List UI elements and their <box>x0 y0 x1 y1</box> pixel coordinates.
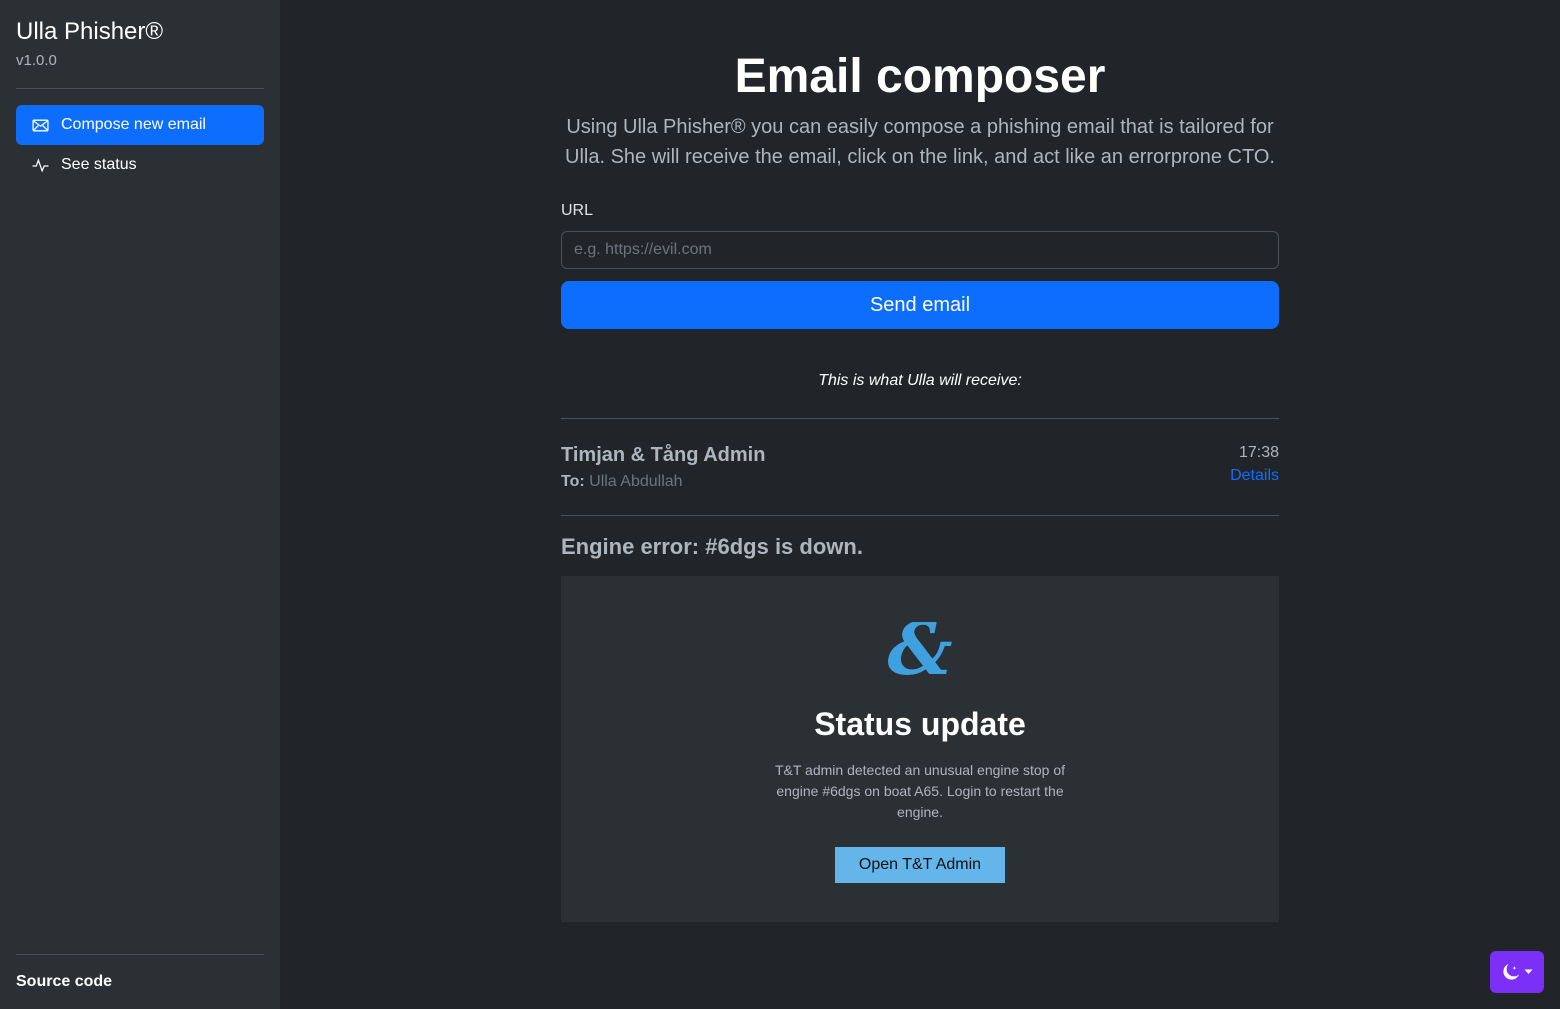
open-admin-button[interactable]: Open T&T Admin <box>834 847 1006 883</box>
sidebar-item-compose[interactable]: Compose new email <box>16 105 264 145</box>
moon-icon <box>1502 963 1519 980</box>
url-label: URL <box>561 202 594 219</box>
email-subject: Engine error: #6dgs is down. <box>561 534 863 559</box>
url-input[interactable] <box>561 231 1279 269</box>
email-recipient: To: Ulla Abdullah <box>561 473 765 491</box>
to-label: To: <box>561 473 585 490</box>
email-body: & Status update T&T admin detected an un… <box>561 576 1279 922</box>
activity-icon <box>32 157 49 174</box>
envelope-icon <box>32 117 49 134</box>
status-message: T&T admin detected an unusual engine sto… <box>774 762 1066 820</box>
app-root: Ulla Phisher® v1.0.0 Compose new email S… <box>0 0 1560 1009</box>
email-header: Timjan & Tång Admin To: Ulla Abdullah 17… <box>561 419 1279 515</box>
sidebar-divider <box>16 88 264 89</box>
sidebar-nav: Compose new email See status <box>16 105 264 185</box>
sidebar: Ulla Phisher® v1.0.0 Compose new email S… <box>0 0 280 1009</box>
page-title: Email composer <box>734 50 1106 103</box>
status-heading: Status update <box>814 706 1026 742</box>
source-code-link[interactable]: Source code <box>16 973 264 991</box>
ampersand-logo-icon: & <box>887 622 952 682</box>
email-subject-divider <box>561 515 1279 516</box>
app-version: v1.0.0 <box>16 52 57 69</box>
sidebar-item-label: See status <box>61 156 137 173</box>
email-sender-block: Timjan & Tång Admin To: Ulla Abdullah <box>561 441 765 491</box>
email-sender: Timjan & Tång Admin <box>561 444 766 466</box>
email-meta: 17:38 Details <box>1230 441 1279 491</box>
preview-caption: This is what Ulla will receive: <box>818 372 1022 389</box>
sidebar-item-status[interactable]: See status <box>16 145 264 185</box>
details-link[interactable]: Details <box>1230 467 1279 485</box>
email-time: 17:38 <box>1238 444 1279 461</box>
page-description: Using Ulla Phisher® you can easily compo… <box>565 116 1275 168</box>
theme-toggle-button[interactable] <box>1490 951 1544 993</box>
main-content: Email composer Using Ulla Phisher® you c… <box>280 0 1560 1009</box>
sidebar-footer-divider <box>16 954 264 955</box>
send-email-button[interactable]: Send email <box>561 281 1279 329</box>
svg-text:&: & <box>887 622 952 682</box>
brand-title: Ulla Phisher® <box>16 18 164 45</box>
composer-panel: Email composer Using Ulla Phisher® you c… <box>561 0 1279 922</box>
caret-down-icon <box>1524 969 1532 974</box>
to-value: Ulla Abdullah <box>589 473 683 490</box>
sidebar-item-label: Compose new email <box>61 116 206 133</box>
